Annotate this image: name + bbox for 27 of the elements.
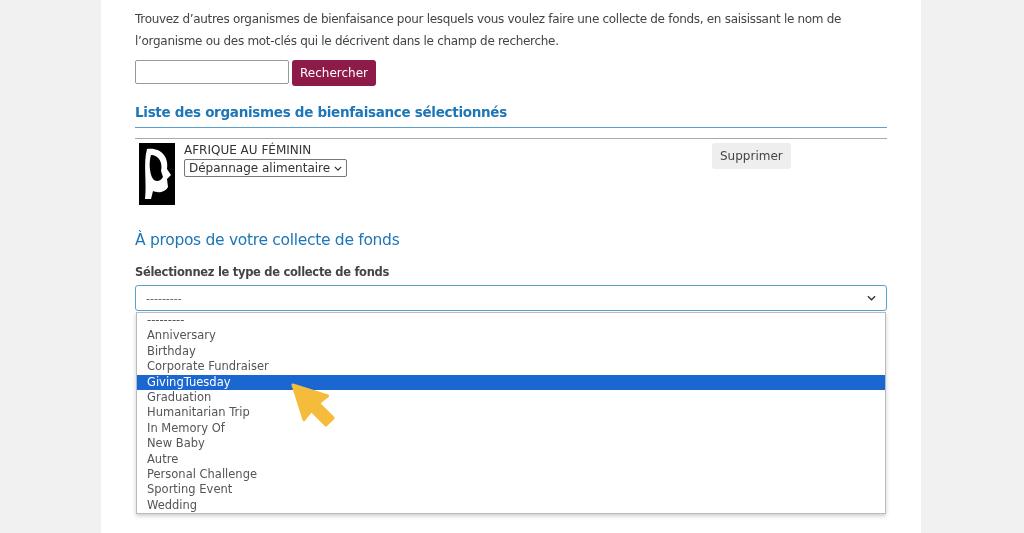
dropdown-option[interactable]: Graduation <box>137 390 885 406</box>
dropdown-option[interactable]: Sporting Event <box>137 482 885 498</box>
logo-icon <box>139 143 175 205</box>
dropdown-option[interactable]: Wedding <box>137 497 885 514</box>
dropdown-option[interactable]: Humanitarian Trip <box>137 405 885 421</box>
dropdown-option[interactable]: GivingTuesday <box>137 374 885 391</box>
chevron-icon <box>867 295 876 301</box>
dropdown-option[interactable]: Autre <box>137 451 885 468</box>
field-label: Sélectionnez le type de collecte de fonds <box>135 265 391 279</box>
intro-text: Trouvez d’autres organismes de bienfaisance pour lesquels vous voulez faire une collecte de fonds, en saisissant le nom de l’organisme ou des mot-clés qui le décrivent dans le champ de recherche. <box>135 11 843 50</box>
search-button[interactable]: Rechercher <box>292 60 376 86</box>
search-field[interactable] <box>135 60 289 84</box>
section-heading: Liste des organismes de bienfaisance sélectionnés <box>135 104 508 120</box>
remove-button[interactable]: Supprimer <box>712 143 791 169</box>
pointer-icon <box>291 383 337 429</box>
dropdown-option[interactable]: Corporate Fundraiser <box>137 359 885 375</box>
dropdown-option[interactable]: Personal Challenge <box>137 467 885 483</box>
type-select[interactable]: --------- <box>135 285 887 311</box>
charity-name: AFRIQUE AU FÉMININ <box>184 143 313 157</box>
chevron-icon <box>334 165 343 171</box>
category-select[interactable]: Dépannage alimentaire <box>184 159 348 177</box>
section-heading: À propos de votre collecte de fonds <box>135 231 401 249</box>
dropdown-option[interactable]: Anniversary <box>137 328 885 344</box>
dropdown-option[interactable]: In Memory Of <box>137 420 885 437</box>
dropdown-option[interactable]: New Baby <box>137 436 885 452</box>
dropdown-option[interactable]: Birthday <box>137 343 885 360</box>
dropdown-option[interactable]: --------- <box>137 313 885 329</box>
